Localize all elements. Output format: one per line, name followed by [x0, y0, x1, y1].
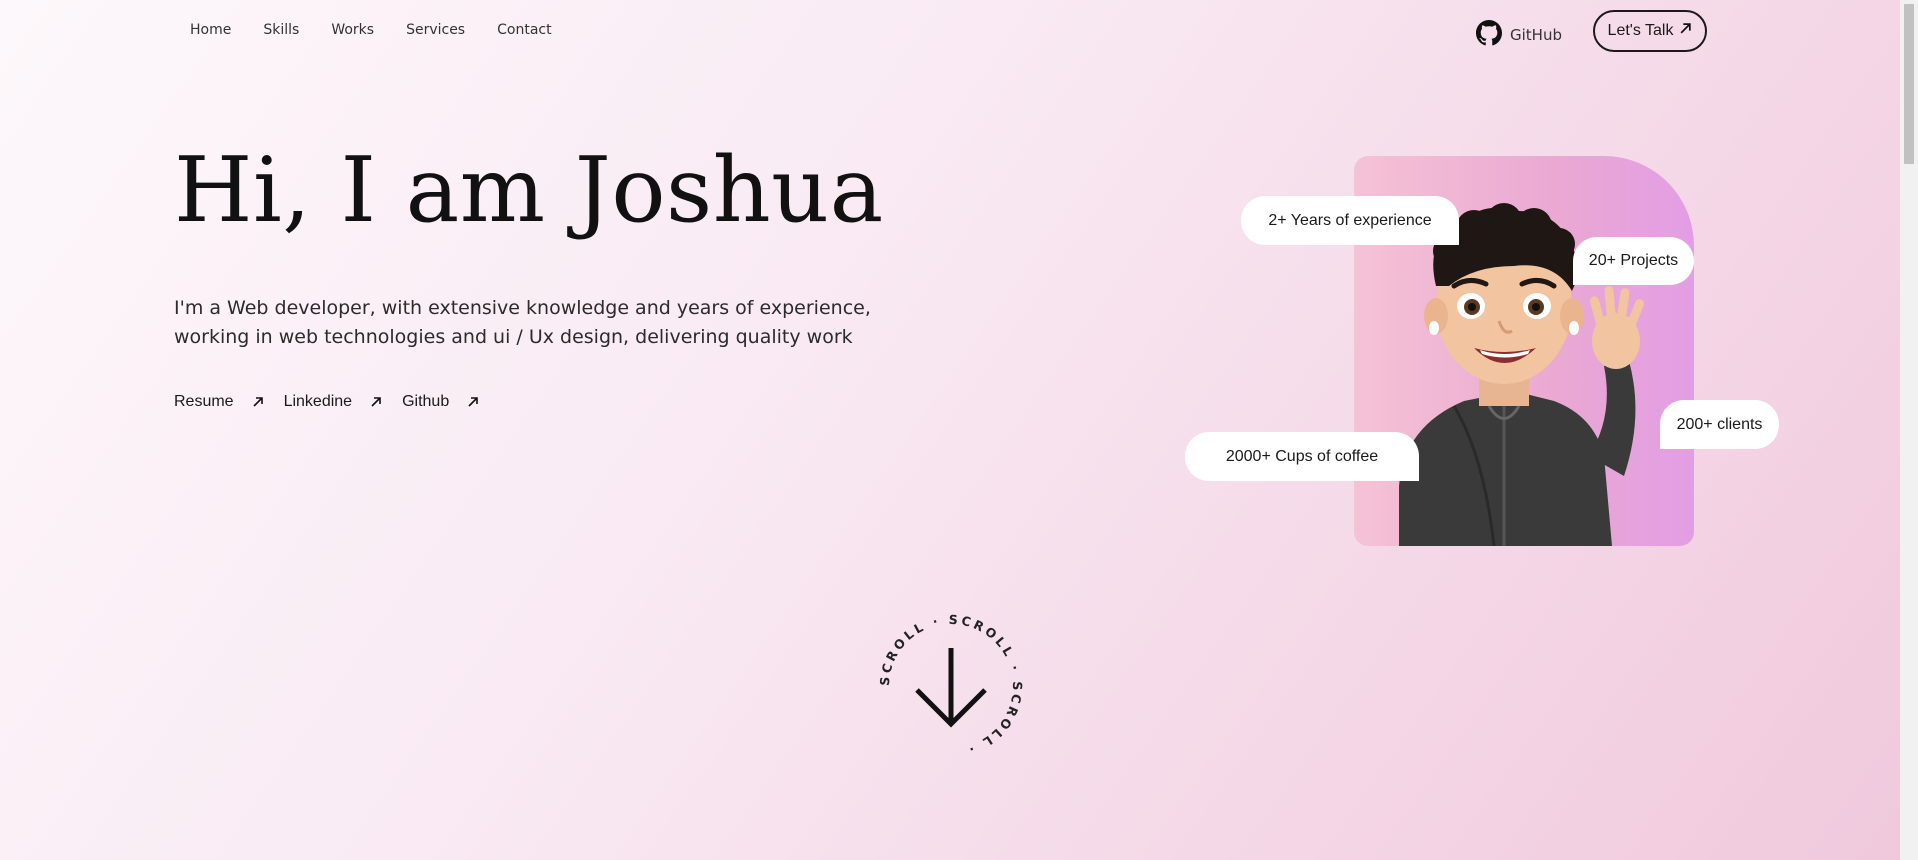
github-hero-label: Github — [402, 393, 450, 410]
arrow-down-icon — [915, 648, 987, 728]
nav-services[interactable]: Services — [406, 22, 465, 38]
github-label: GitHub — [1510, 26, 1562, 44]
nav-contact[interactable]: Contact — [497, 22, 551, 38]
github-icon — [1476, 20, 1502, 50]
nav-home[interactable]: Home — [190, 22, 231, 38]
page: Home Skills Works Services Contact GitHu… — [0, 0, 1900, 860]
lets-talk-label: Let's Talk — [1607, 22, 1674, 39]
scroll-indicator[interactable]: SCROLL · SCROLL · SCROLL · — [877, 612, 1025, 760]
linkedin-label: Linkedine — [283, 393, 353, 410]
nav-works[interactable]: Works — [331, 22, 374, 38]
scrollbar[interactable] — [1900, 0, 1918, 860]
arrow-up-right-icon — [1679, 22, 1692, 40]
coffee-badge: 2000+ Cups of coffee — [1185, 432, 1419, 481]
github-header-link[interactable]: GitHub — [1476, 20, 1562, 50]
linkedin-link[interactable]: Linkedine — [284, 393, 383, 411]
resume-label: Resume — [174, 393, 234, 410]
projects-badge: 20+ Projects — [1573, 237, 1694, 285]
scrollbar-thumb[interactable] — [1904, 4, 1914, 164]
hero-description: I'm a Web developer, with extensive know… — [174, 297, 871, 348]
github-hero-link[interactable]: Github — [402, 393, 479, 411]
lets-talk-button[interactable]: Let's Talk — [1593, 10, 1707, 52]
hero-title: Hi, I am Joshua — [174, 138, 884, 243]
clients-badge: 200+ clients — [1660, 400, 1779, 449]
nav-skills[interactable]: Skills — [263, 22, 299, 38]
main-nav: Home Skills Works Services Contact — [190, 22, 584, 38]
experience-badge: 2+ Years of experience — [1241, 196, 1459, 245]
hero-links: Resume Linkedine Github — [174, 393, 499, 411]
arrow-up-right-icon — [467, 396, 479, 408]
resume-link[interactable]: Resume — [174, 393, 264, 411]
arrow-up-right-icon — [252, 396, 264, 408]
arrow-up-right-icon — [370, 396, 382, 408]
